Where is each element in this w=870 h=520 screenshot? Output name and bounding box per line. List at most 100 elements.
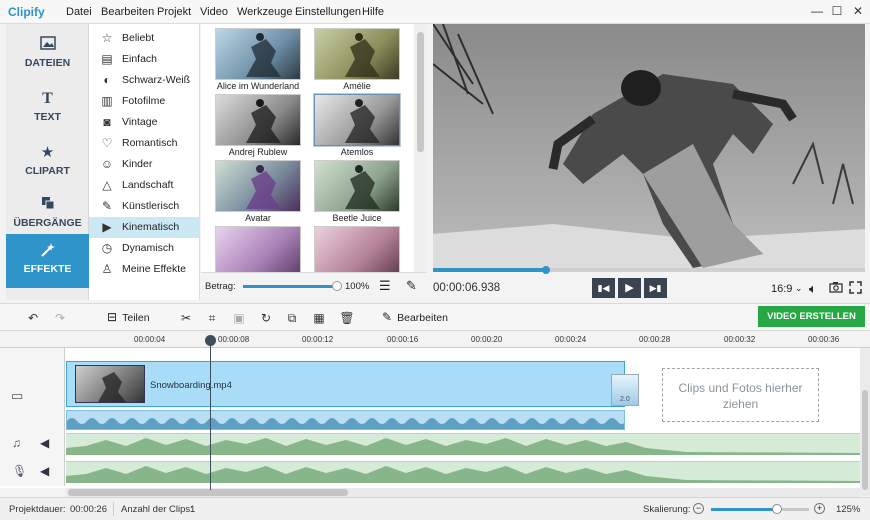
menu-bearbeiten[interactable]: Bearbeiten <box>101 6 154 18</box>
duration-value: 00:00:26 <box>70 504 107 515</box>
video-clip[interactable]: Snowboarding.mp4 <box>66 361 625 407</box>
timeline-hscrollbar-thumb[interactable] <box>68 489 348 496</box>
ruler-tick-label: 00:00:20 <box>471 335 503 344</box>
filter-item-kuenstlerisch[interactable]: ✎ Künstlerisch <box>89 196 200 217</box>
edit-button[interactable]: ✎ Bearbeiten <box>382 310 448 324</box>
playhead-line[interactable] <box>210 336 211 490</box>
skip-back-button[interactable]: ▮◀ <box>592 278 615 298</box>
ruler-tick-label: 00:00:32 <box>724 335 756 344</box>
menu-projekt[interactable]: Projekt <box>157 6 191 18</box>
scale-label: Skalierung: <box>643 504 691 515</box>
speed-icon[interactable]: ⧉ <box>284 310 300 326</box>
effect-thumb-rublew[interactable] <box>215 94 301 146</box>
menu-hilfe[interactable]: Hilfe <box>362 6 384 18</box>
effect-label: Atemlos <box>340 147 374 157</box>
rotate-icon[interactable]: ↻ <box>258 310 274 326</box>
scissors-icon[interactable]: ✂ <box>178 310 194 326</box>
effect-label: Alice im Wunderland <box>216 81 300 91</box>
minimize-button[interactable]: — <box>808 3 826 19</box>
filter-item-vintage[interactable]: ◙ Vintage <box>89 112 200 133</box>
user-icon: ♙ <box>101 262 113 276</box>
voice-track[interactable] <box>66 461 860 483</box>
filter-item-einfach[interactable]: ▤ Einfach <box>89 49 200 70</box>
filter-item-schwarz-weiss[interactable]: ◐ Schwarz-Weiß <box>89 70 200 91</box>
effect-thumb-amelie[interactable] <box>314 28 400 80</box>
effect-thumb-beetle-juice[interactable] <box>314 160 400 212</box>
menu-werkzeuge[interactable]: Werkzeuge <box>237 6 292 18</box>
zoom-out-icon[interactable]: − <box>693 503 704 514</box>
timeline-ruler[interactable]: 00:00:04 00:00:08 00:00:12 00:00:16 00:0… <box>0 332 870 348</box>
split-button[interactable]: ⊟ Teilen <box>107 310 150 324</box>
split-label: Teilen <box>122 312 150 324</box>
create-video-button[interactable]: VIDEO ERSTELLEN <box>758 306 865 327</box>
playback-timecode: 00:00:06.938 <box>433 282 501 294</box>
intensity-bar: Betrag: 100% ☰ ✎ <box>201 272 427 300</box>
menu-video[interactable]: Video <box>200 6 228 18</box>
maximize-button[interactable]: ☐ <box>828 3 846 19</box>
menu-datei[interactable]: Datei <box>66 6 92 18</box>
zoom-in-icon[interactable]: + <box>814 503 825 514</box>
skip-forward-button[interactable]: ▶▮ <box>644 278 667 298</box>
camera-icon[interactable] <box>829 281 843 296</box>
intensity-slider-knob[interactable] <box>332 281 342 291</box>
filter-item-landschaft[interactable]: △ Landschaft <box>89 175 200 196</box>
fullscreen-icon[interactable] <box>849 281 862 297</box>
scale-slider-knob[interactable] <box>772 504 782 514</box>
clip-drop-zone[interactable]: Clips und Fotos hierher ziehen <box>662 368 819 422</box>
filter-item-fotofilme[interactable]: ▥ Fotofilme <box>89 91 200 112</box>
voice-volume-icon[interactable]: ◀ <box>40 464 49 478</box>
playback-progress-knob[interactable] <box>542 266 550 274</box>
filter-item-dynamisch[interactable]: ◷ Dynamisch <box>89 238 200 259</box>
timeline-vscrollbar-thumb[interactable] <box>862 390 868 490</box>
microphone-icon: 🎙︎ <box>12 464 28 478</box>
undo-icon[interactable]: ↶ <box>25 310 41 326</box>
stabilize-icon[interactable]: ▣ <box>231 310 247 326</box>
snowboarder-thumbnail <box>345 33 380 77</box>
trash-icon[interactable]: 🗑︎ <box>339 310 355 326</box>
filter-item-meine-effekte[interactable]: ♙ Meine Effekte <box>89 259 200 280</box>
magic-wand-icon <box>38 242 58 260</box>
settings-sliders-icon[interactable]: ☰ <box>379 278 391 294</box>
brush-icon[interactable]: ✎ <box>406 278 417 294</box>
nav-dateien[interactable]: DATEIEN <box>6 28 89 80</box>
music-volume-icon[interactable]: ◀ <box>40 436 49 450</box>
kids-icon: ☺ <box>100 157 114 171</box>
effect-thumb-avatar[interactable] <box>215 160 301 212</box>
dynamic-icon: ◷ <box>101 241 113 255</box>
close-button[interactable]: ✕ <box>849 3 867 19</box>
effect-thumb-alice[interactable] <box>215 28 301 80</box>
simple-icon: ▤ <box>101 52 113 66</box>
effect-label: Amélie <box>343 81 371 91</box>
effect-thumb-7[interactable] <box>215 226 301 272</box>
nav-text[interactable]: T TEXT <box>6 82 89 134</box>
brush-icon: ✎ <box>101 199 113 213</box>
timeline-vscrollbar[interactable] <box>860 348 870 496</box>
aspect-ratio-select[interactable]: 16:9 <box>771 283 792 295</box>
nav-uebergaenge[interactable]: ÜBERGÄNGE <box>6 188 89 240</box>
effects-scrollbar-thumb[interactable] <box>417 32 424 152</box>
filter-label: Landschaft <box>122 179 174 191</box>
filter-item-kinder[interactable]: ☺ Kinder <box>89 154 200 175</box>
filter-item-kinematisch[interactable]: ▶ Kinematisch <box>89 217 200 238</box>
track-headers: ▭ ♫ ◀ 🎙︎ ◀ <box>0 348 65 486</box>
crop-icon[interactable]: ⌗ <box>204 310 220 326</box>
redo-icon[interactable]: ↷ <box>52 310 68 326</box>
menu-einstellungen[interactable]: Einstellungen <box>295 6 361 18</box>
nav-clipart[interactable]: ★ CLIPART <box>6 136 89 188</box>
play-button[interactable]: ▶ <box>618 278 641 298</box>
effect-thumb-8[interactable] <box>314 226 400 272</box>
playhead-handle[interactable] <box>205 335 216 346</box>
music-track[interactable] <box>66 433 860 455</box>
contrast-icon: ◐ <box>103 73 111 87</box>
volume-icon[interactable]: 🔈︎ <box>809 281 817 297</box>
clip-audio-waveform[interactable] <box>66 410 625 430</box>
filter-item-romantisch[interactable]: ♡ Romantisch <box>89 133 200 154</box>
enhance-icon[interactable]: ▦ <box>311 310 327 326</box>
filter-item-beliebt[interactable]: ☆ Beliebt <box>89 28 200 49</box>
chevron-down-icon[interactable]: ⌄ <box>795 283 803 294</box>
effect-thumb-atemlos[interactable] <box>314 94 400 146</box>
intensity-slider[interactable] <box>243 285 338 288</box>
nav-effekte[interactable]: EFFEKTE <box>6 234 89 288</box>
intensity-value: 100% <box>345 281 370 292</box>
transition-thumb[interactable]: 2.0 <box>611 374 639 406</box>
